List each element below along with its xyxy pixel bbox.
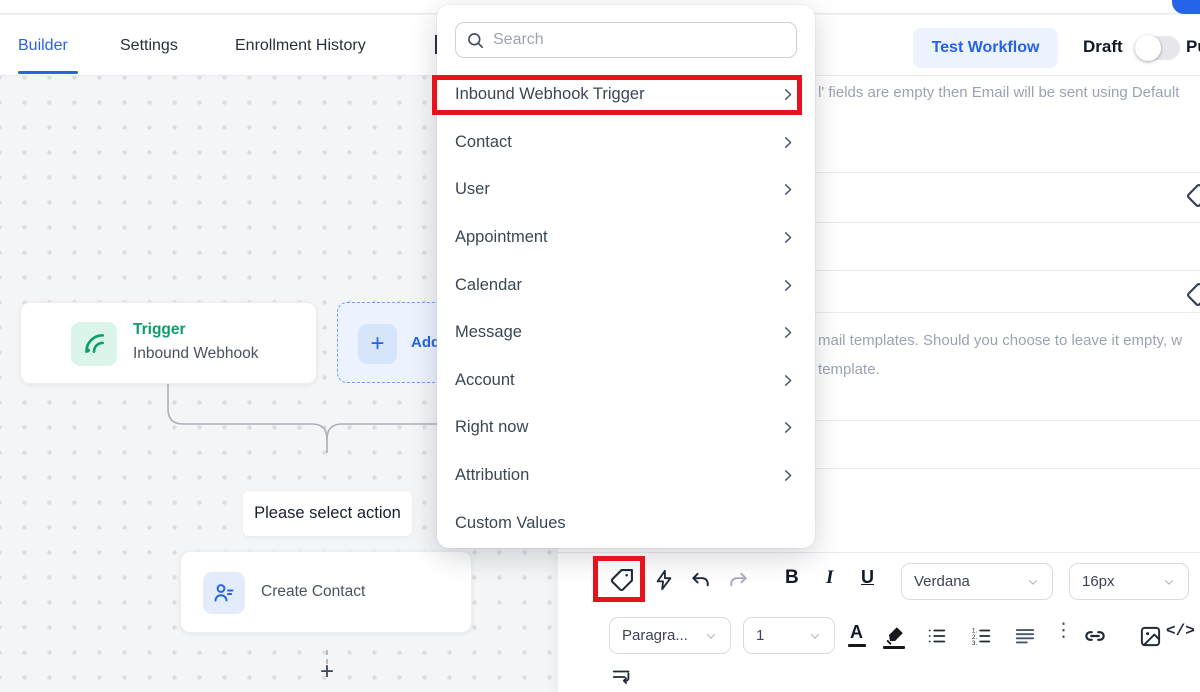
trigger-node-subtitle: Inbound Webhook xyxy=(133,345,259,363)
trigger-node-title: Trigger xyxy=(133,321,186,339)
trigger-node-card[interactable]: Trigger Inbound Webhook xyxy=(20,302,317,384)
select-action-tooltip: Please select action xyxy=(243,491,412,536)
menu-item-label: Custom Values xyxy=(455,514,566,533)
line-height-select[interactable]: 1 xyxy=(743,617,835,654)
create-contact-node-card[interactable]: Create Contact xyxy=(180,551,472,633)
highlight-color-bar xyxy=(883,646,905,649)
insert-link-button[interactable] xyxy=(1080,622,1110,650)
align-text-button[interactable] xyxy=(1011,622,1039,650)
merge-tag-icon[interactable] xyxy=(1185,282,1200,313)
search-input[interactable] xyxy=(493,31,786,49)
numbered-list-button[interactable]: 1. 2. 3. xyxy=(968,622,996,650)
tab-builder[interactable]: Builder xyxy=(18,37,68,55)
chevron-right-icon xyxy=(780,420,795,435)
plus-icon: + xyxy=(358,324,397,364)
text-color-bar xyxy=(848,644,866,647)
menu-item-label: Attribution xyxy=(455,466,529,485)
redo-button[interactable] xyxy=(724,567,752,595)
underline-button[interactable]: U xyxy=(861,567,874,588)
dropdown-menu-list: Inbound Webhook Trigger Contact User App… xyxy=(437,71,815,547)
template-helper-text: mail templates. Should you choose to lea… xyxy=(818,326,1182,384)
chevron-right-icon xyxy=(780,135,795,150)
font-size-select[interactable]: 16px xyxy=(1069,563,1189,600)
font-family-select[interactable]: Verdana xyxy=(901,563,1053,600)
draft-label: Draft xyxy=(1083,37,1123,57)
field-divider xyxy=(558,552,1200,553)
dropdown-search-box[interactable] xyxy=(455,22,797,58)
search-icon xyxy=(466,31,485,50)
webhook-rss-icon xyxy=(71,322,117,366)
menu-item-account[interactable]: Account xyxy=(437,357,815,405)
text-wrap-button[interactable] xyxy=(608,663,636,691)
text-color-letter: A xyxy=(850,622,863,642)
template-helper-line1: mail templates. Should you choose to lea… xyxy=(818,326,1182,355)
add-button-label: Add xyxy=(411,334,440,351)
chevron-down-icon xyxy=(1162,575,1176,589)
bold-button[interactable]: B xyxy=(785,567,799,589)
chevron-down-icon xyxy=(808,629,822,643)
line-height-value: 1 xyxy=(756,627,764,644)
email-default-helper-text: l' fields are empty then Email will be s… xyxy=(818,78,1179,107)
tag-merge-field-button[interactable] xyxy=(606,565,636,595)
merge-tag-icon[interactable] xyxy=(1185,183,1200,214)
text-color-button[interactable]: A xyxy=(850,622,863,643)
menu-item-label: Account xyxy=(455,371,515,390)
chevron-down-icon xyxy=(704,629,718,643)
menu-item-custom-values[interactable]: Custom Values xyxy=(437,499,815,547)
chevron-right-icon xyxy=(780,468,795,483)
contact-person-icon xyxy=(203,572,245,614)
menu-item-label: Right now xyxy=(455,418,528,437)
insert-image-button[interactable] xyxy=(1136,622,1164,650)
menu-item-label: Message xyxy=(455,323,522,342)
lightning-bolt-button[interactable] xyxy=(650,566,678,594)
menu-item-calendar[interactable]: Calendar xyxy=(437,261,815,309)
menu-item-user[interactable]: User xyxy=(437,166,815,214)
menu-item-label: Appointment xyxy=(455,228,548,247)
tab-settings[interactable]: Settings xyxy=(120,37,178,55)
highlight-color-button[interactable] xyxy=(880,620,910,650)
paragraph-style-select[interactable]: Paragra... xyxy=(609,617,731,654)
undo-button[interactable] xyxy=(686,567,714,595)
font-size-value: 16px xyxy=(1082,573,1115,590)
more-options-button[interactable]: ⋮ xyxy=(1054,619,1073,641)
chevron-right-icon xyxy=(780,325,795,340)
add-action-plus-button[interactable]: + xyxy=(316,659,338,685)
italic-button[interactable]: I xyxy=(826,567,833,589)
chevron-right-icon xyxy=(780,182,795,197)
menu-item-label: User xyxy=(455,180,490,199)
publish-label: Publish xyxy=(1186,37,1200,57)
chevron-right-icon xyxy=(780,230,795,245)
paragraph-style-value: Paragra... xyxy=(622,627,688,644)
menu-item-message[interactable]: Message xyxy=(437,309,815,357)
menu-item-appointment[interactable]: Appointment xyxy=(437,214,815,262)
menu-item-label: Calendar xyxy=(455,276,522,295)
menu-item-label: Contact xyxy=(455,133,512,152)
chevron-right-icon xyxy=(780,87,795,102)
bullet-list-button[interactable] xyxy=(923,622,951,650)
workflow-builder-screen: Trigger Inbound Webhook + Add Please sel… xyxy=(0,0,1200,692)
menu-item-contact[interactable]: Contact xyxy=(437,119,815,167)
trigger-actions-dropdown: Inbound Webhook Trigger Contact User App… xyxy=(437,5,815,548)
code-view-button[interactable]: </> xyxy=(1166,622,1195,640)
publish-toggle[interactable] xyxy=(1136,36,1180,60)
menu-item-inbound-webhook-trigger[interactable]: Inbound Webhook Trigger xyxy=(437,71,815,119)
chevron-right-icon xyxy=(780,373,795,388)
font-family-value: Verdana xyxy=(914,573,970,590)
menu-item-attribution[interactable]: Attribution xyxy=(437,452,815,500)
menu-item-label: Inbound Webhook Trigger xyxy=(455,85,645,104)
chevron-right-icon xyxy=(780,278,795,293)
svg-text:3.: 3. xyxy=(972,640,978,647)
create-contact-label: Create Contact xyxy=(261,583,365,601)
tab-enrollment-history[interactable]: Enrollment History xyxy=(235,37,366,55)
active-tab-underline xyxy=(18,71,78,74)
chevron-down-icon xyxy=(1026,575,1040,589)
test-workflow-button[interactable]: Test Workflow xyxy=(913,28,1058,68)
menu-item-right-now[interactable]: Right now xyxy=(437,404,815,452)
template-helper-line2: template. xyxy=(818,355,1182,384)
toggle-knob xyxy=(1135,35,1161,61)
